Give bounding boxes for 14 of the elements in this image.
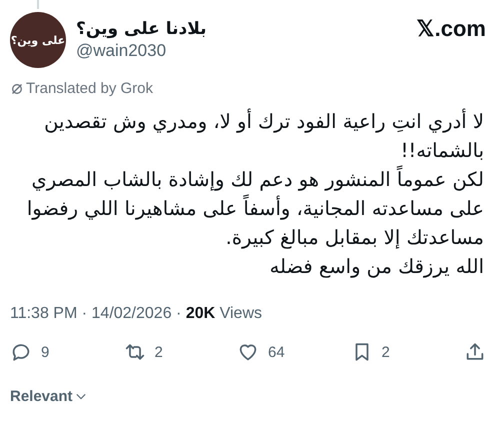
avatar[interactable]: على وين؟ [10, 12, 66, 68]
author-handle[interactable]: @wain2030 [76, 41, 206, 61]
site-label: 𝕏.com [416, 16, 486, 42]
like-button[interactable]: 64 [237, 341, 285, 363]
translate-icon [11, 82, 23, 94]
repost-button[interactable]: 2 [124, 341, 163, 363]
reply-button[interactable]: 9 [10, 341, 50, 363]
translation-note: Translated by Grok [26, 80, 153, 97]
sort-dropdown[interactable]: Relevant [10, 388, 86, 405]
bookmark-button[interactable]: 2 [350, 341, 390, 363]
author-name[interactable]: بلادنا على وين؟ [76, 19, 206, 39]
tweet-text: لا أدري انتِ راعية الفود ترك أو لا، ومدري وش تقصدين بالشماته!! لكن عموماً المنشور هو دعم لك وإشادة بالشاب المصري على مساعدته المجانية، وأسفاً على مشاهيرنا اللي رفضوا مساعدتك إلا بمقابل مبالغ كبيرة. الله يرزقك من واسع فضله [26, 108, 484, 280]
tweet-meta: 11:38 PM · 14/02/2026 · 20K Views [10, 305, 264, 323]
chevron-down-icon [76, 393, 86, 400]
